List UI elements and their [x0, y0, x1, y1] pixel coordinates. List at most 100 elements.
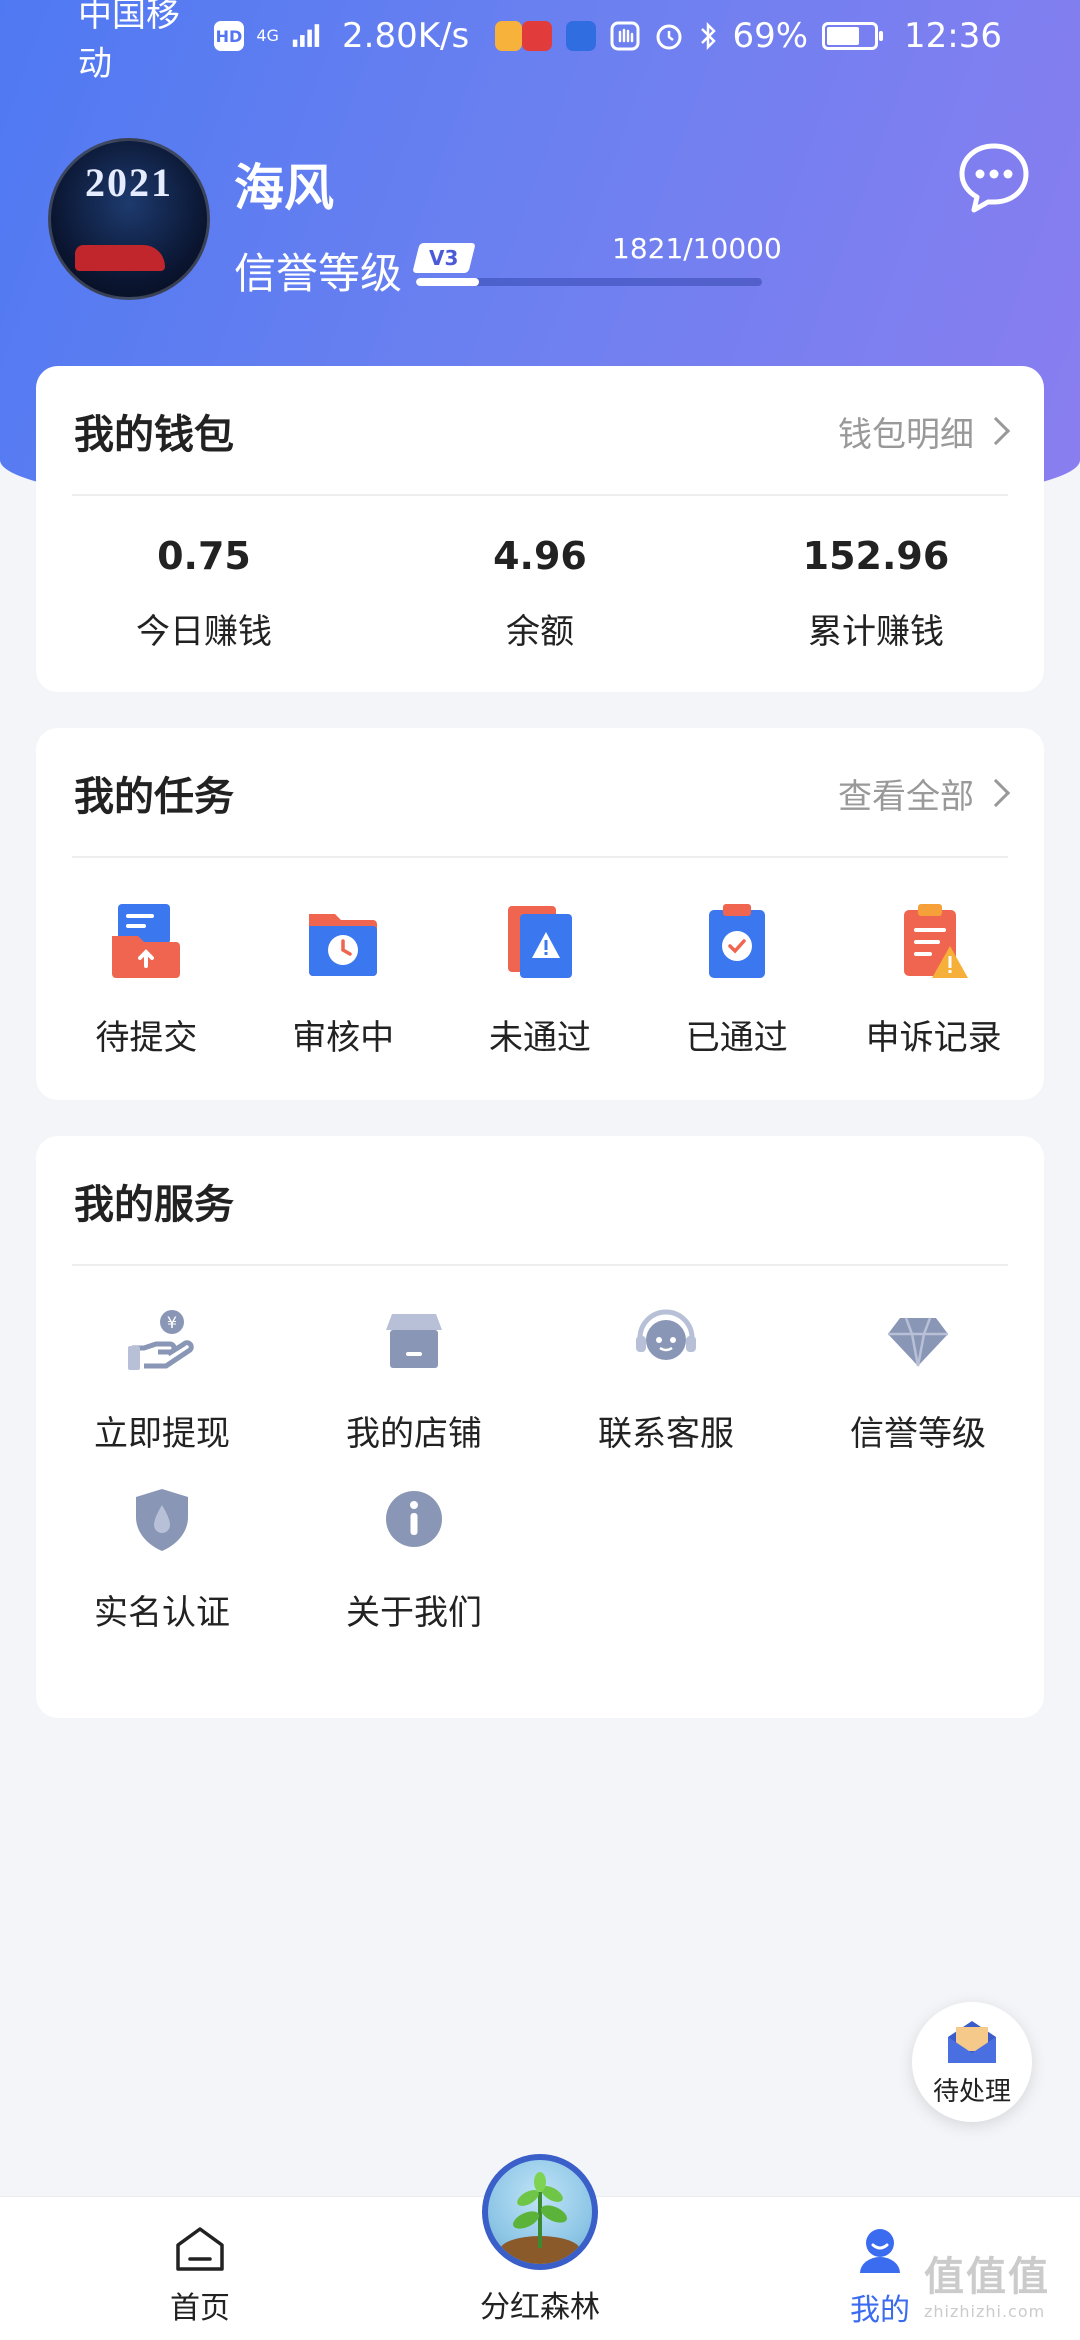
- level-progress-fill: [416, 278, 479, 286]
- task-appeal-records[interactable]: 申诉记录: [835, 902, 1032, 1059]
- task-label: 审核中: [292, 1018, 395, 1058]
- service-credit-level[interactable]: 信誉等级: [792, 1304, 1044, 1455]
- withdraw-icon: ¥: [128, 1310, 194, 1370]
- tasks-view-all-link[interactable]: 查看全部: [838, 769, 1011, 818]
- envelope-icon: [948, 2020, 996, 2063]
- clock-time: 12:36: [904, 16, 1002, 56]
- task-list: 待提交 审核中 未通过 已通过 申诉记录: [36, 858, 1044, 1059]
- level-progress-bar: [416, 278, 762, 286]
- diamond-icon: [888, 1317, 948, 1367]
- watermark: 值值值 zhizhizhi.com: [924, 2254, 1050, 2321]
- avatar-artwork: 2021: [85, 160, 173, 205]
- services-card: 我的服务 ¥ 立即提现 我的店铺 联系客服 信誉等级 实名认证 关于我们: [36, 1136, 1044, 1718]
- shield-icon: [136, 1489, 188, 1551]
- nav-forest-button[interactable]: [482, 2154, 598, 2270]
- home-icon: [176, 2227, 224, 2271]
- nav-home[interactable]: 首页: [150, 2225, 250, 2327]
- pending-label: 待处理: [932, 2076, 1011, 2107]
- wallet-stat-today[interactable]: 0.75 今日赚钱: [36, 534, 372, 653]
- wallet-stat-balance[interactable]: 4.96 余额: [372, 534, 708, 653]
- upload-folder-icon: [112, 904, 181, 978]
- hand-icon: [610, 21, 640, 51]
- clock-folder-icon: [309, 914, 378, 976]
- tasks-view-all-label: 查看全部: [838, 776, 974, 817]
- wallet-stat-label: 今日赚钱: [136, 612, 272, 652]
- wallet-card: 我的钱包 钱包明细 0.75 今日赚钱 4.96 余额 152.96 累计赚钱: [36, 366, 1044, 692]
- battery-icon: [822, 22, 884, 50]
- user-icon: [860, 2229, 900, 2273]
- service-label: 实名认证: [94, 1593, 230, 1633]
- carrier-text: 中国移动: [78, 0, 180, 84]
- task-rejected[interactable]: 未通过: [442, 902, 639, 1059]
- message-icon[interactable]: [956, 140, 1032, 216]
- wallet-stat-total[interactable]: 152.96 累计赚钱: [708, 534, 1044, 653]
- shopping-app-icon: [522, 21, 553, 51]
- nav-mine[interactable]: 我的: [830, 2225, 930, 2329]
- credit-level-label: 信誉等级: [234, 249, 403, 298]
- wallet-title: 我的钱包: [74, 412, 234, 458]
- services-card-header: 我的服务: [36, 1136, 1044, 1266]
- tasks-card: 我的任务 查看全部 待提交 审核中 未通过 已通过 申诉记录: [36, 728, 1044, 1100]
- service-real-name-auth[interactable]: 实名认证: [36, 1483, 288, 1634]
- service-label: 联系客服: [598, 1414, 734, 1454]
- wallet-detail-label: 钱包明细: [838, 414, 974, 455]
- store-icon: [386, 1314, 442, 1368]
- task-label: 申诉记录: [865, 1018, 1002, 1058]
- wallet-stat-label: 累计赚钱: [808, 612, 944, 652]
- service-about-us[interactable]: 关于我们: [288, 1483, 540, 1634]
- avatar[interactable]: 2021: [48, 138, 210, 300]
- task-label: 待提交: [95, 1018, 198, 1058]
- wallet-card-header: 我的钱包 钱包明细: [36, 366, 1044, 496]
- user-name: 海风: [234, 159, 334, 217]
- wallet-stat-value: 4.96: [493, 534, 587, 578]
- bulb-app-icon: [566, 21, 597, 51]
- services-title: 我的服务: [74, 1182, 234, 1228]
- task-under-review[interactable]: 审核中: [245, 902, 442, 1059]
- chevron-right-icon: [981, 416, 1011, 446]
- service-label: 立即提现: [94, 1414, 230, 1454]
- tasks-card-header: 我的任务 查看全部: [36, 728, 1044, 858]
- sapling-icon: [500, 2172, 580, 2264]
- tasks-title: 我的任务: [74, 774, 234, 820]
- level-badge-text: V3: [429, 246, 459, 270]
- alarm-icon: [656, 24, 682, 50]
- service-label: 我的店铺: [346, 1414, 482, 1454]
- app-notification-icon: [495, 21, 523, 51]
- pending-button[interactable]: 待处理: [912, 2002, 1032, 2122]
- nav-home-label: 首页: [170, 2291, 230, 2326]
- headset-icon: [636, 1309, 696, 1360]
- task-label: 未通过: [488, 1018, 591, 1058]
- service-label: 关于我们: [346, 1593, 482, 1633]
- wallet-stat-value: 0.75: [157, 534, 251, 578]
- wallet-stat-value: 152.96: [802, 534, 950, 578]
- service-store[interactable]: 我的店铺: [288, 1304, 540, 1455]
- chevron-right-icon: [981, 778, 1011, 808]
- task-pending-submit[interactable]: 待提交: [48, 902, 245, 1059]
- service-grid: ¥ 立即提现 我的店铺 联系客服 信誉等级 实名认证 关于我们: [36, 1266, 1044, 1634]
- service-customer-support[interactable]: 联系客服: [540, 1304, 792, 1455]
- bluetooth-icon: [701, 21, 717, 51]
- level-badge: V3: [412, 243, 476, 273]
- warning-doc-icon: [507, 906, 572, 978]
- battery-percent: 69%: [732, 16, 809, 56]
- task-approved[interactable]: 已通过: [638, 902, 835, 1059]
- network-type: 4G: [256, 26, 279, 45]
- signal-icon: [292, 24, 320, 47]
- service-withdraw[interactable]: ¥ 立即提现: [36, 1304, 288, 1455]
- task-label: 已通过: [685, 1018, 788, 1058]
- service-label: 信誉等级: [850, 1414, 986, 1454]
- avatar-artwork-car: [75, 245, 165, 271]
- nav-forest-label[interactable]: 分红森林: [450, 2282, 630, 2326]
- level-progress-text: 1821/10000: [612, 232, 782, 265]
- nav-mine-label: 我的: [850, 2293, 910, 2328]
- wallet-stat-label: 余额: [506, 612, 574, 652]
- status-bar: 中国移动 HD 4G 2.80K/s 69% 12:36: [0, 0, 1080, 84]
- wallet-stats: 0.75 今日赚钱 4.96 余额 152.96 累计赚钱: [36, 496, 1044, 653]
- wallet-detail-link[interactable]: 钱包明细: [838, 407, 1011, 456]
- svg-text:¥: ¥: [167, 1313, 177, 1332]
- hd-icon: HD: [213, 21, 245, 51]
- network-speed: 2.80K/s: [342, 16, 470, 56]
- check-clipboard-icon: [708, 904, 765, 978]
- info-icon: [386, 1491, 442, 1547]
- appeal-record-icon: [903, 904, 968, 978]
